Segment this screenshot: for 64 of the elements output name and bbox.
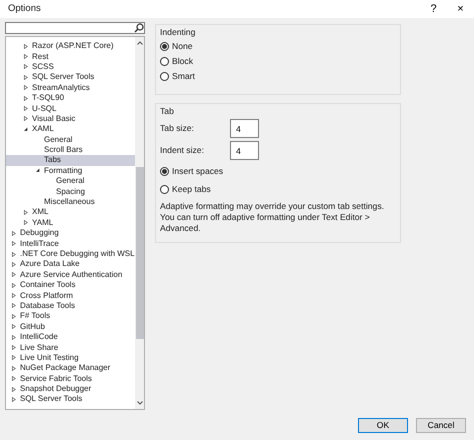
tree-item[interactable]: Azure Service Authentication: [6, 270, 135, 280]
info-text: Adaptive formatting may override your custom tab settings. You can turn off adaptive formatting under Text Editor > Advanced.: [160, 200, 386, 234]
tree-item[interactable]: NuGet Package Manager: [6, 363, 135, 374]
dialog-button[interactable]: OK: [358, 418, 408, 432]
tree-item[interactable]: Razor (ASP.NET Core): [6, 41, 135, 52]
close-button[interactable]: ×: [447, 0, 474, 18]
tree-item[interactable]: Visual Basic: [6, 114, 135, 124]
tree-item[interactable]: Database Tools: [6, 300, 135, 312]
radio-button[interactable]: [160, 72, 169, 82]
tree-item[interactable]: Spacing: [6, 186, 135, 197]
tree-item[interactable]: IntelliTrace: [6, 238, 135, 249]
radio-button[interactable]: [160, 184, 169, 194]
tree-item[interactable]: Tabs: [6, 155, 135, 166]
scroll-down-icon[interactable]: [136, 401, 143, 405]
tree-item[interactable]: Container Tools: [6, 280, 135, 290]
radio-button[interactable]: [160, 57, 169, 66]
radio-label[interactable]: Keep tabs: [172, 182, 211, 196]
window-title: Options: [8, 2, 42, 16]
scroll-up-icon[interactable]: [136, 41, 143, 45]
tree-item[interactable]: Live Unit Testing: [6, 352, 135, 364]
tree-item[interactable]: Snapshot Debugger: [6, 384, 135, 394]
input-field[interactable]: 4: [230, 141, 259, 160]
tree-item[interactable]: Cross Platform: [6, 290, 135, 301]
tree-item[interactable]: Formatting: [6, 166, 135, 176]
radio-button[interactable]: [160, 166, 169, 176]
tree-item[interactable]: XAML: [6, 124, 135, 135]
field-label: Indent size:: [160, 144, 205, 158]
tree-item[interactable]: YAML: [6, 218, 135, 228]
group-title: Indenting: [160, 26, 196, 39]
tree-item[interactable]: Service Fabric Tools: [6, 374, 135, 384]
tree-item[interactable]: Rest: [6, 51, 135, 62]
tree-item[interactable]: General: [6, 134, 135, 145]
group-title: Tab: [160, 104, 175, 118]
tree-item[interactable]: GitHub: [6, 322, 135, 332]
tree-item[interactable]: IntelliCode: [6, 332, 135, 342]
help-button[interactable]: ?: [420, 0, 447, 18]
tree-item[interactable]: Scroll Bars: [6, 144, 135, 156]
tree-item[interactable]: SQL Server Tools: [6, 72, 135, 83]
tree-item[interactable]: T-SQL90: [6, 92, 135, 104]
tree-item[interactable]: SCSS: [6, 62, 135, 72]
tree-item[interactable]: Debugging: [6, 228, 135, 238]
tree-item[interactable]: Live Share: [6, 342, 135, 353]
tree-item[interactable]: StreamAnalytics: [6, 82, 135, 93]
tree-item[interactable]: F# Tools: [6, 311, 135, 322]
tree-item[interactable]: Azure Data Lake: [6, 259, 135, 270]
collapse-icon[interactable]: [24, 126, 28, 132]
tree-item[interactable]: SQL Server Tools: [6, 394, 135, 405]
tree-item[interactable]: XML: [6, 207, 135, 218]
tree-item[interactable]: .NET Core Debugging with WSL: [6, 248, 135, 260]
search-field[interactable]: [5, 22, 145, 34]
radio-label[interactable]: Insert spaces: [172, 164, 224, 178]
tree-item[interactable]: Miscellaneous: [6, 196, 135, 208]
radio-button[interactable]: [160, 42, 169, 52]
dialog-button[interactable]: Cancel: [416, 418, 466, 432]
collapse-icon[interactable]: [36, 168, 40, 174]
radio-label[interactable]: Block: [172, 55, 194, 68]
tree-item[interactable]: U-SQL: [6, 103, 135, 114]
radio-label[interactable]: Smart: [172, 70, 195, 84]
radio-label[interactable]: None: [172, 40, 193, 54]
search-icon: [134, 23, 144, 33]
scrollbar[interactable]: [134, 37, 144, 409]
field-label: Tab size:: [160, 122, 195, 136]
tree-item[interactable]: General: [6, 176, 135, 186]
input-field[interactable]: 4: [230, 119, 259, 138]
